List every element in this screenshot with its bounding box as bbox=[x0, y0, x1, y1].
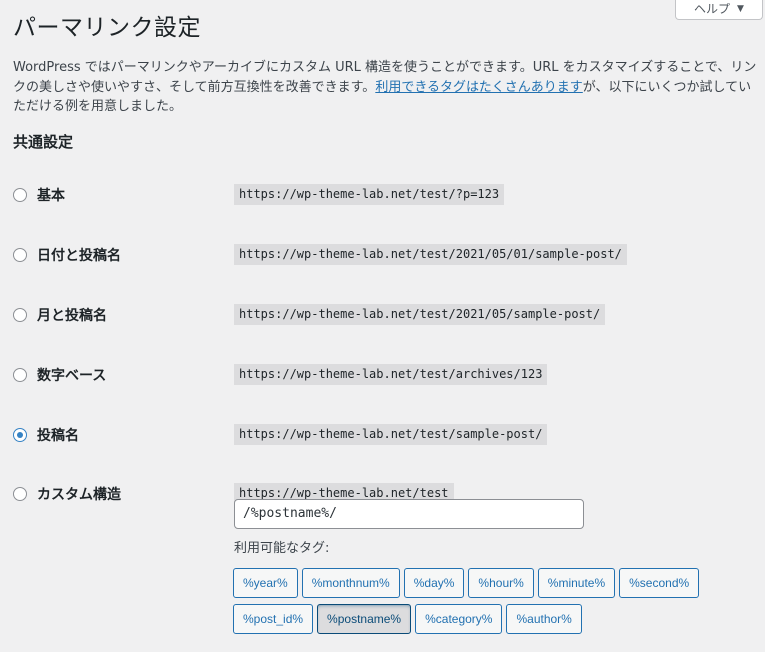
tag-button-day[interactable]: %day% bbox=[403, 568, 465, 598]
available-tags-link[interactable]: 利用できるタグはたくさんあります bbox=[375, 80, 582, 95]
available-tags-list: %year% %monthnum% %day% %hour% %minute% … bbox=[233, 568, 753, 634]
radio-month-name[interactable] bbox=[13, 308, 27, 322]
example-url-month-name: https://wp-theme-lab.net/test/2021/05/sa… bbox=[234, 304, 606, 325]
radio-numeric[interactable] bbox=[13, 368, 27, 382]
option-label-custom[interactable]: カスタム構造 bbox=[37, 484, 121, 504]
radio-day-name[interactable] bbox=[13, 248, 27, 262]
common-settings-title: 共通設定 bbox=[13, 133, 74, 151]
option-label-numeric[interactable]: 数字ベース bbox=[37, 365, 106, 385]
tag-button-second[interactable]: %second% bbox=[619, 568, 700, 598]
option-row-numeric: 数字ベース https://wp-theme-lab.net/test/arch… bbox=[13, 364, 753, 388]
tag-button-monthnum[interactable]: %monthnum% bbox=[301, 568, 400, 598]
available-tags-label: 利用可能なタグ: bbox=[234, 541, 330, 556]
option-row-basic: 基本 https://wp-theme-lab.net/test/?p=123 bbox=[13, 184, 753, 208]
radio-basic[interactable] bbox=[13, 188, 27, 202]
tag-button-minute[interactable]: %minute% bbox=[537, 568, 616, 598]
tag-button-post-id[interactable]: %post_id% bbox=[233, 604, 314, 634]
radio-post-name[interactable] bbox=[13, 428, 27, 442]
example-url-basic: https://wp-theme-lab.net/test/?p=123 bbox=[234, 184, 505, 205]
custom-structure-input[interactable]: /%postname%/ bbox=[234, 499, 584, 529]
intro-text: WordPress ではパーマリンクやアーカイブにカスタム URL 構造を使うこ… bbox=[13, 58, 761, 117]
help-tab-button[interactable]: ヘルプ ▼ bbox=[675, 0, 763, 20]
example-url-post-name: https://wp-theme-lab.net/test/sample-pos… bbox=[234, 424, 548, 445]
option-label-post-name[interactable]: 投稿名 bbox=[37, 425, 79, 445]
option-row-post-name: 投稿名 https://wp-theme-lab.net/test/sample… bbox=[13, 424, 753, 448]
caret-down-icon: ▼ bbox=[737, 3, 744, 14]
example-url-day-name: https://wp-theme-lab.net/test/2021/05/01… bbox=[234, 244, 627, 265]
option-label-basic[interactable]: 基本 bbox=[37, 185, 65, 205]
option-row-day-name: 日付と投稿名 https://wp-theme-lab.net/test/202… bbox=[13, 244, 753, 268]
option-label-day-name[interactable]: 日付と投稿名 bbox=[37, 245, 121, 265]
page-title: パーマリンク設定 bbox=[13, 15, 201, 41]
tag-button-postname[interactable]: %postname% bbox=[317, 604, 412, 634]
option-row-month-name: 月と投稿名 https://wp-theme-lab.net/test/2021… bbox=[13, 304, 753, 328]
tag-button-hour[interactable]: %hour% bbox=[468, 568, 534, 598]
tag-button-author[interactable]: %author% bbox=[506, 604, 582, 634]
help-tab-label: ヘルプ bbox=[694, 2, 731, 16]
example-url-numeric: https://wp-theme-lab.net/test/archives/1… bbox=[234, 364, 548, 385]
radio-custom[interactable] bbox=[13, 487, 27, 501]
option-label-month-name[interactable]: 月と投稿名 bbox=[37, 305, 107, 325]
tag-button-category[interactable]: %category% bbox=[415, 604, 503, 634]
tag-button-year[interactable]: %year% bbox=[233, 568, 298, 598]
permalink-settings-page: ヘルプ ▼ パーマリンク設定 WordPress ではパーマリンクやアーカイブに… bbox=[0, 0, 765, 652]
